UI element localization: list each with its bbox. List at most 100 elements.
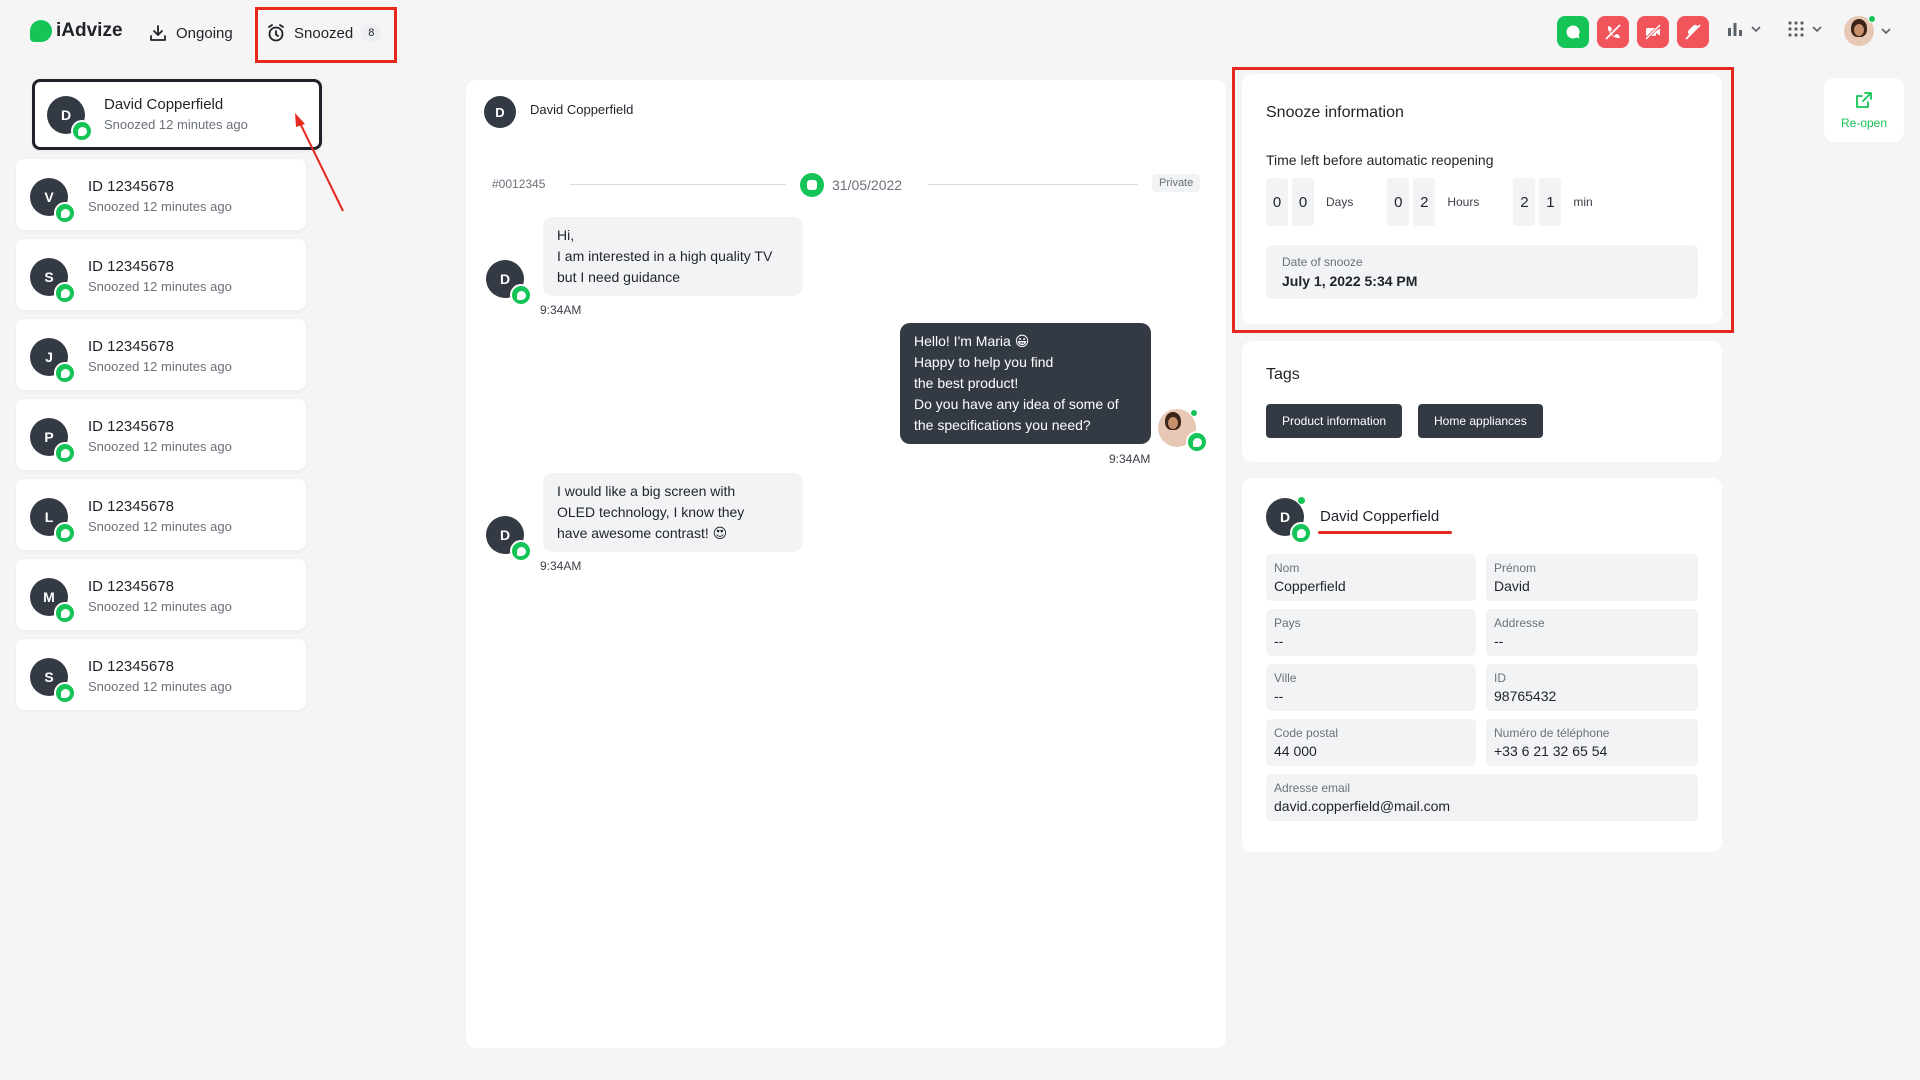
conversation-status: Snoozed 12 minutes ago	[88, 519, 232, 534]
chevron-down-icon	[1812, 26, 1822, 33]
conversation-status: Snoozed 12 minutes ago	[88, 279, 232, 294]
field-id: ID 98765432	[1486, 664, 1698, 711]
conversation-item[interactable]: L ID 12345678 Snoozed 12 minutes ago	[16, 479, 306, 550]
conversation-name: ID 12345678	[88, 338, 174, 355]
conversation-status: Snoozed 12 minutes ago	[88, 679, 232, 694]
conversation-item[interactable]: S ID 12345678 Snoozed 12 minutes ago	[16, 239, 306, 310]
online-status-dot	[1297, 496, 1306, 505]
chat-header-avatar: D	[484, 96, 516, 128]
chat-channel-icon	[1290, 522, 1312, 544]
tag-chip[interactable]: Product information	[1266, 404, 1403, 438]
field-ville: Ville --	[1266, 664, 1476, 711]
conversation-item[interactable]: P ID 12345678 Snoozed 12 minutes ago	[16, 399, 306, 470]
logo-text: iAdvize	[56, 20, 123, 41]
field-nom: Nom Copperfield	[1266, 554, 1476, 601]
field-telephone: Numéro de téléphone +33 6 21 32 65 54	[1486, 719, 1698, 766]
date-text: 31/05/2022	[832, 177, 903, 193]
chat-channel-icon	[54, 442, 76, 464]
field-prenom: Prénom David	[1486, 554, 1698, 601]
conversation-name: ID 12345678	[88, 658, 174, 675]
visitor-avatar: D	[486, 260, 532, 306]
conversation-name: ID 12345678	[88, 498, 174, 515]
chat-status-button[interactable]	[1557, 16, 1589, 48]
annotation-highlight-snooze-info	[1232, 67, 1734, 333]
field-addresse: Addresse --	[1486, 609, 1698, 656]
visitor-avatar: D	[486, 516, 532, 562]
download-tray-icon	[150, 25, 166, 41]
online-status-dot	[1868, 15, 1876, 23]
chat-panel: D David Copperfield #0012345 31/05/2022 …	[466, 80, 1226, 1048]
chevron-down-icon	[1751, 26, 1761, 33]
conversation-avatar: P	[30, 418, 76, 464]
conversation-avatar: J	[30, 338, 76, 384]
video-status-button[interactable]	[1637, 16, 1669, 48]
tags-panel: Tags Product information Home appliances	[1242, 341, 1722, 462]
chat-channel-icon	[800, 173, 824, 197]
apps-grid-icon	[1788, 21, 1804, 37]
tab-ongoing[interactable]: Ongoing	[148, 18, 233, 48]
conversation-status: Snoozed 12 minutes ago	[88, 599, 232, 614]
chat-channel-icon	[71, 120, 93, 142]
mic-status-button[interactable]	[1677, 16, 1709, 48]
chat-header-name: David Copperfield	[530, 102, 634, 117]
chat-channel-icon	[510, 540, 532, 562]
conversation-item[interactable]: J ID 12345678 Snoozed 12 minutes ago	[16, 319, 306, 390]
conversation-status: Snoozed 12 minutes ago	[104, 117, 248, 132]
message-bubble-visitor: I would like a big screen with OLED tech…	[543, 473, 803, 552]
conversation-avatar: M	[30, 578, 76, 624]
video-off-icon	[1644, 23, 1662, 41]
conversation-name: David Copperfield	[104, 96, 224, 113]
field-pays: Pays --	[1266, 609, 1476, 656]
conversation-item[interactable]: S ID 12345678 Snoozed 12 minutes ago	[16, 639, 306, 710]
apps-menu[interactable]	[1787, 20, 1823, 38]
iadvize-logo[interactable]: iAdvize	[30, 20, 123, 42]
chevron-down-icon	[1881, 28, 1891, 35]
online-status-dot	[1190, 409, 1198, 417]
chat-channel-icon	[1186, 431, 1208, 453]
field-email: Adresse email david.copperfield@mail.com	[1266, 774, 1698, 821]
contact-panel: D David Copperfield Nom Copperfield Préno…	[1242, 478, 1722, 852]
conversation-item-active[interactable]: D David Copperfield Snoozed 12 minutes a…	[32, 79, 322, 150]
phone-off-icon	[1605, 24, 1621, 40]
chat-channel-icon	[54, 282, 76, 304]
message-time: 9:34AM	[1109, 452, 1151, 466]
conversation-item[interactable]: M ID 12345678 Snoozed 12 minutes ago	[16, 559, 306, 630]
tag-chip[interactable]: Home appliances	[1418, 404, 1543, 438]
divider	[570, 184, 786, 185]
conversation-item[interactable]: V ID 12345678 Snoozed 12 minutes ago	[16, 159, 306, 230]
conversation-avatar: D	[47, 96, 93, 142]
divider	[928, 184, 1138, 185]
conversation-status: Snoozed 12 minutes ago	[88, 439, 232, 454]
conversation-name: ID 12345678	[88, 178, 174, 195]
annotation-highlight-snoozed	[255, 7, 397, 63]
conversation-name: ID 12345678	[88, 418, 174, 435]
annotation-underline	[1318, 531, 1452, 534]
reopen-button[interactable]: Re-open	[1824, 78, 1904, 142]
chat-icon	[1566, 25, 1580, 39]
statistics-menu[interactable]	[1726, 20, 1762, 38]
mic-off-icon	[1685, 24, 1701, 40]
chat-channel-icon	[54, 602, 76, 624]
chat-channel-icon	[54, 522, 76, 544]
logo-chat-icon	[30, 20, 52, 42]
message-bubble-agent: Hello! I'm Maria 😀 Happy to help you fin…	[900, 323, 1151, 444]
tab-ongoing-label: Ongoing	[176, 24, 233, 42]
chat-channel-icon	[54, 362, 76, 384]
conversation-avatar: V	[30, 178, 76, 224]
user-menu[interactable]	[1844, 15, 1892, 46]
contact-avatar: D	[1266, 496, 1312, 544]
conversation-status: Snoozed 12 minutes ago	[88, 359, 232, 374]
contact-name: David Copperfield	[1320, 508, 1440, 525]
private-label: Private	[1152, 174, 1201, 192]
conversation-avatar: S	[30, 658, 76, 704]
conversation-name: ID 12345678	[88, 258, 174, 275]
conversation-avatar: L	[30, 498, 76, 544]
conversation-status: Snoozed 12 minutes ago	[88, 199, 232, 214]
chat-channel-icon	[510, 284, 532, 306]
conversation-id: #0012345	[492, 177, 546, 191]
chat-channel-icon	[54, 202, 76, 224]
tags-title: Tags	[1266, 366, 1300, 383]
phone-status-button[interactable]	[1597, 16, 1629, 48]
external-link-icon	[1856, 92, 1872, 108]
message-time: 9:34AM	[540, 303, 582, 317]
